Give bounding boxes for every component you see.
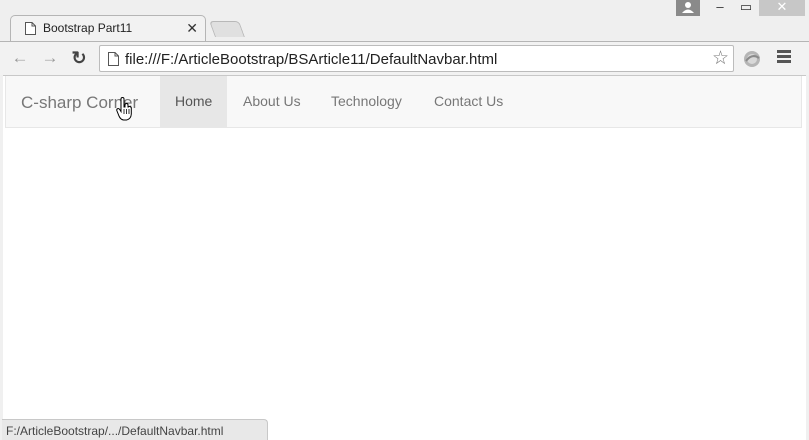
status-url-text: F:/ArticleBootstrap/.../DefaultNavbar.ht…	[6, 424, 224, 438]
browser-titlebar: Bootstrap Part11 ✕ ‒ ▭ ✕	[0, 0, 809, 42]
tab-close-icon[interactable]: ✕	[186, 20, 198, 36]
close-window-button[interactable]: ✕	[759, 0, 805, 16]
nav-item-technology[interactable]: Technology	[316, 76, 417, 127]
page-viewport: C-sharp Corner Home About Us Technology …	[3, 75, 806, 440]
nav-item-about-us[interactable]: About Us	[228, 76, 316, 127]
browser-toolbar: ← → ↻ file:///F:/ArticleBootstrap/BSArti…	[0, 41, 809, 75]
status-bar: F:/ArticleBootstrap/.../DefaultNavbar.ht…	[2, 419, 268, 440]
tab-title: Bootstrap Part11	[43, 21, 133, 35]
maximize-button[interactable]: ▭	[733, 0, 759, 16]
page-icon	[108, 52, 119, 66]
reload-button[interactable]: ↻	[68, 47, 90, 69]
forward-button[interactable]: →	[39, 47, 61, 69]
menu-icon[interactable]	[777, 50, 791, 64]
browser-tab[interactable]: Bootstrap Part11 ✕	[10, 15, 206, 42]
nav-item-home[interactable]: Home	[160, 76, 228, 127]
minimize-button[interactable]: ‒	[707, 0, 733, 16]
address-text[interactable]: file:///F:/ArticleBootstrap/BSArticle11/…	[125, 51, 497, 68]
extension-icon[interactable]	[742, 49, 762, 69]
user-profile-icon[interactable]	[676, 0, 700, 16]
nav-item-contact-us[interactable]: Contact Us	[419, 76, 518, 127]
back-button[interactable]: ←	[9, 47, 31, 69]
hand-cursor-icon	[116, 97, 132, 121]
bookmark-star-icon[interactable]: ☆	[712, 48, 729, 70]
address-bar[interactable]: file:///F:/ArticleBootstrap/BSArticle11/…	[99, 45, 734, 72]
new-tab-button[interactable]	[209, 21, 245, 37]
page-icon	[25, 22, 36, 35]
